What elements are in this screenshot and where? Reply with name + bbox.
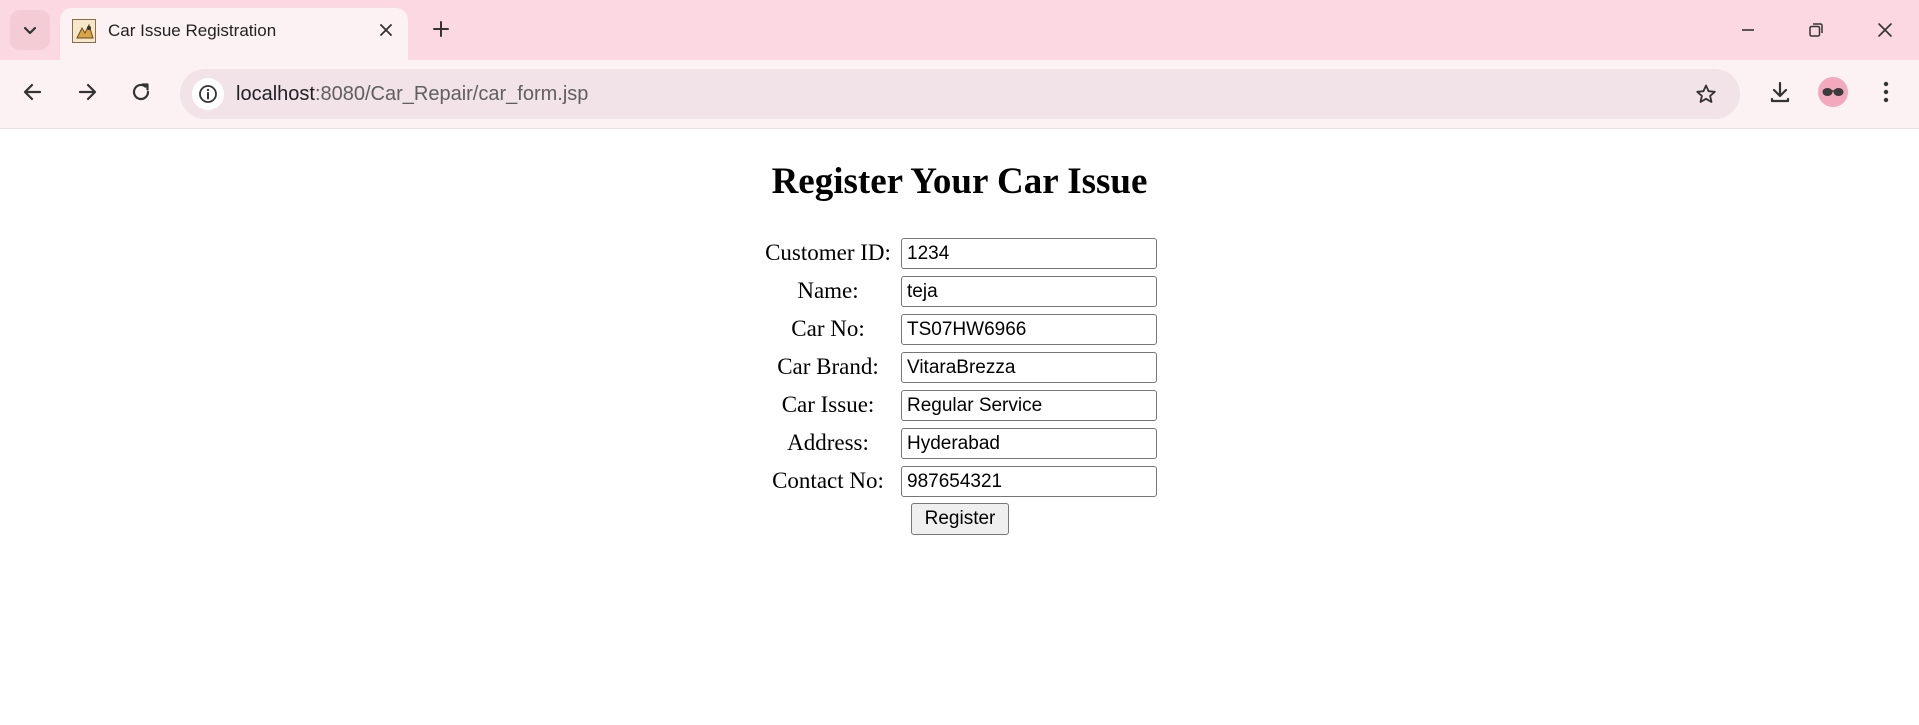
- url-path: :8080/Car_Repair/car_form.jsp: [314, 83, 589, 105]
- car-issue-input[interactable]: [901, 390, 1157, 421]
- profile-button[interactable]: [1813, 72, 1853, 112]
- restore-icon: [1809, 23, 1823, 37]
- plus-icon: [433, 21, 449, 37]
- customer-id-input[interactable]: [901, 238, 1157, 269]
- address-input[interactable]: [901, 428, 1157, 459]
- form-row-car-issue: Car Issue:: [760, 389, 1160, 421]
- car-issue-label: Car Issue:: [781, 392, 875, 417]
- form-row-customer-id: Customer ID:: [760, 237, 1160, 269]
- avatar-glasses-icon: [1822, 88, 1844, 96]
- reload-icon: [132, 83, 150, 101]
- form-row-name: Name:: [760, 275, 1160, 307]
- close-icon: [380, 24, 392, 36]
- car-brand-input[interactable]: [901, 352, 1157, 383]
- close-icon: [1878, 23, 1892, 37]
- page-title: Register Your Car Issue: [771, 161, 1148, 202]
- url-text[interactable]: localhost:8080/Car_Repair/car_form.jsp: [236, 83, 588, 106]
- car-brand-label: Car Brand:: [777, 354, 879, 379]
- new-tab-button[interactable]: [424, 12, 458, 46]
- form-row-car-no: Car No:: [760, 313, 1160, 345]
- downloads-button[interactable]: [1760, 72, 1800, 112]
- forward-button[interactable]: [67, 72, 107, 112]
- tomcat-favicon-icon: [72, 19, 96, 43]
- browser-toolbar: localhost:8080/Car_Repair/car_form.jsp: [0, 60, 1919, 129]
- minimize-icon: [1742, 29, 1754, 31]
- form-row-address: Address:: [760, 427, 1160, 459]
- arrow-left-icon: [23, 83, 42, 101]
- close-tab-button[interactable]: [374, 18, 398, 42]
- tab-search-button[interactable]: [10, 10, 50, 50]
- reload-button[interactable]: [121, 72, 161, 112]
- arrow-right-icon: [78, 83, 97, 101]
- bookmark-button[interactable]: [1690, 78, 1722, 110]
- close-window-button[interactable]: [1863, 8, 1907, 52]
- name-input[interactable]: [901, 276, 1157, 307]
- site-info-button[interactable]: [192, 78, 224, 110]
- restore-button[interactable]: [1794, 8, 1838, 52]
- browser-menu-button[interactable]: [1866, 72, 1906, 112]
- address-bar[interactable]: localhost:8080/Car_Repair/car_form.jsp: [180, 69, 1740, 119]
- minimize-button[interactable]: [1726, 8, 1770, 52]
- page-content: Register Your Car Issue Customer ID: Nam…: [0, 130, 1919, 725]
- car-no-input[interactable]: [901, 314, 1157, 345]
- back-button[interactable]: [13, 72, 53, 112]
- chevron-down-icon: [23, 26, 37, 35]
- contact-no-label: Contact No:: [772, 468, 884, 493]
- form-row-contact-no: Contact No:: [760, 465, 1160, 497]
- info-icon: [199, 85, 217, 103]
- register-button[interactable]: Register: [911, 503, 1009, 535]
- download-icon: [1770, 81, 1790, 103]
- address-label: Address:: [787, 430, 869, 455]
- active-tab[interactable]: Car Issue Registration: [60, 8, 408, 60]
- customer-id-label: Customer ID:: [765, 240, 891, 265]
- name-label: Name:: [797, 278, 859, 303]
- kebab-menu-icon: [1883, 81, 1889, 103]
- contact-no-input[interactable]: [901, 466, 1157, 497]
- url-host: localhost: [236, 83, 315, 105]
- tab-title: Car Issue Registration: [108, 21, 277, 40]
- form-row-car-brand: Car Brand:: [760, 351, 1160, 383]
- avatar: [1818, 77, 1848, 107]
- star-icon: [1696, 84, 1716, 103]
- car-no-label: Car No:: [791, 316, 865, 341]
- tab-strip: Car Issue Registration: [0, 0, 1919, 60]
